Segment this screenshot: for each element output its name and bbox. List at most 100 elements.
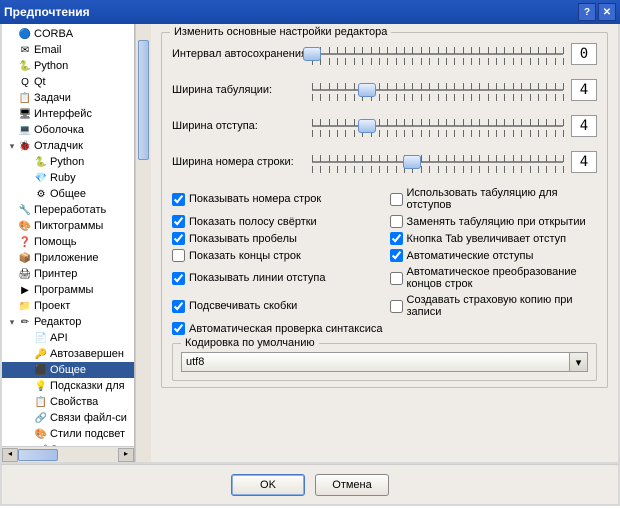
checkbox-item[interactable]: Показывать пробелы — [172, 232, 380, 245]
tree-item[interactable]: 💡Подсказки для — [2, 378, 134, 394]
tree-icon: 🎨 — [18, 219, 32, 233]
slider-handle[interactable] — [358, 83, 376, 97]
checkbox[interactable] — [172, 300, 185, 313]
tree-item[interactable]: ⚙Общее — [2, 186, 134, 202]
tree-item[interactable]: 📋Свойства — [2, 394, 134, 410]
checkbox-item[interactable]: Заменять табуляцию при открытии — [390, 215, 598, 228]
tree-item[interactable]: ▾✏Редактор — [2, 314, 134, 330]
tree-item[interactable]: 🐍Python — [2, 154, 134, 170]
tree-item[interactable]: 💎Ruby — [2, 170, 134, 186]
tree-item[interactable]: 🔑Автозавершен — [2, 346, 134, 362]
slider-handle[interactable] — [303, 47, 321, 61]
tree-item[interactable]: 🔗Связи файл-си — [2, 410, 134, 426]
ok-button[interactable]: OK — [231, 474, 305, 496]
tree-label: Проект — [34, 300, 70, 312]
tree-item[interactable]: 📄API — [2, 330, 134, 346]
checkbox-item[interactable]: Автоматические отступы — [390, 249, 598, 262]
tree-item[interactable]: 🔵CORBA — [2, 26, 134, 42]
checkbox[interactable] — [390, 193, 403, 206]
tree-item[interactable]: ❓Помощь — [2, 234, 134, 250]
slider-label: Ширина табуляции: — [172, 84, 312, 96]
scroll-left-icon[interactable]: ◂ — [2, 448, 18, 462]
scroll-right-icon[interactable]: ▸ — [118, 448, 134, 462]
checkbox-item[interactable]: Создавать страховую копию при записи — [390, 294, 598, 318]
slider[interactable] — [312, 80, 563, 100]
checkbox-item[interactable]: Показывать линии отступа — [172, 266, 380, 290]
tree-icon: 📁 — [18, 299, 32, 313]
h-scrollbar[interactable]: ◂ ▸ — [2, 446, 134, 462]
chevron-down-icon: ▾ — [569, 353, 587, 371]
tree-item[interactable]: 🐍Python — [2, 58, 134, 74]
tree-label: API — [50, 332, 68, 344]
checkbox[interactable] — [172, 193, 185, 206]
slider[interactable] — [312, 152, 563, 172]
checkbox[interactable] — [172, 249, 185, 262]
cancel-button[interactable]: Отмена — [315, 474, 389, 496]
tree-icon: ✏ — [18, 315, 32, 329]
slider[interactable] — [312, 44, 563, 64]
v-scrollbar[interactable] — [135, 24, 151, 462]
tree-item[interactable]: 🖨Принтер — [2, 266, 134, 282]
tree-item[interactable]: 📦Приложение — [2, 250, 134, 266]
tree-label: Задачи — [34, 92, 71, 104]
tree-label: Python — [50, 156, 84, 168]
slider-handle[interactable] — [358, 119, 376, 133]
tree-item[interactable]: ✉Email — [2, 42, 134, 58]
tree-item[interactable]: 🎨Стили подсвет — [2, 426, 134, 442]
h-scroll-thumb[interactable] — [18, 449, 58, 461]
checkbox[interactable] — [390, 249, 403, 262]
tree-item[interactable]: ▾🐞Отладчик — [2, 138, 134, 154]
checkbox-item[interactable]: Показать концы строк — [172, 249, 380, 262]
checkbox[interactable] — [390, 272, 403, 285]
v-scroll-thumb[interactable] — [138, 40, 149, 160]
tree-label: Интерфейс — [34, 108, 92, 120]
checkbox[interactable] — [172, 322, 185, 335]
tree-item[interactable]: ▶Программы — [2, 282, 134, 298]
tree-item[interactable]: 📋Задачи — [2, 90, 134, 106]
slider-label: Ширина номера строки: — [172, 156, 312, 168]
tree-item[interactable]: ⬛Общее — [2, 362, 134, 378]
tree-item[interactable]: 🖥Интерфейс — [2, 106, 134, 122]
tree-icon: 📄 — [34, 331, 48, 345]
help-button[interactable]: ? — [578, 3, 596, 21]
checkbox-item[interactable]: Подсвечивать скобки — [172, 294, 380, 318]
checkbox-item[interactable]: Кнопка Tab увеличивает отступ — [390, 232, 598, 245]
checkbox-item[interactable]: Показывать номера строк — [172, 187, 380, 211]
footer: OK Отмена — [0, 464, 620, 506]
slider-handle[interactable] — [403, 155, 421, 169]
group-title: Изменить основные настройки редактора — [170, 26, 391, 38]
tree-item[interactable]: 🎨Пиктограммы — [2, 218, 134, 234]
encoding-combo[interactable]: utf8 ▾ — [181, 352, 588, 372]
checkbox[interactable] — [172, 272, 185, 285]
tree-item[interactable]: 📁Проект — [2, 298, 134, 314]
tree[interactable]: 🔵CORBA✉Email🐍PythonQQt📋Задачи🖥Интерфейс💻… — [2, 24, 134, 446]
tree-label: Python — [34, 60, 68, 72]
slider-value: 4 — [571, 151, 597, 173]
main-area: 🔵CORBA✉Email🐍PythonQQt📋Задачи🖥Интерфейс💻… — [0, 24, 620, 464]
expander-icon: ▾ — [6, 317, 18, 328]
checkbox[interactable] — [390, 215, 403, 228]
checkbox-item[interactable]: Автоматическое преобразование концов стр… — [390, 266, 598, 290]
close-button[interactable]: ✕ — [598, 3, 616, 21]
tree-item[interactable]: QQt — [2, 74, 134, 90]
checkbox-label: Автоматическое преобразование концов стр… — [407, 266, 598, 290]
tree-icon: 📋 — [34, 395, 48, 409]
tree-label: Qt — [34, 76, 46, 88]
checkbox-label: Показать концы строк — [189, 250, 301, 262]
tree-item[interactable]: 💻Оболочка — [2, 122, 134, 138]
checkbox[interactable] — [172, 215, 185, 228]
checkbox[interactable] — [390, 300, 403, 313]
checkbox-item[interactable]: Автоматическая проверка синтаксиса — [172, 322, 597, 335]
checkbox[interactable] — [390, 232, 403, 245]
slider[interactable] — [312, 116, 563, 136]
tree-icon: 📦 — [18, 251, 32, 265]
slider-value: 0 — [571, 43, 597, 65]
checkbox-label: Показывать линии отступа — [189, 272, 325, 284]
checkbox[interactable] — [172, 232, 185, 245]
checkbox-label: Кнопка Tab увеличивает отступ — [407, 233, 567, 245]
tree-label: CORBA — [34, 28, 73, 40]
checkbox-item[interactable]: Показать полосу свёртки — [172, 215, 380, 228]
checkbox-item[interactable]: Использовать табуляцию для отступов — [390, 187, 598, 211]
tree-label: Стили подсвет — [50, 428, 125, 440]
tree-item[interactable]: 🔧Переработать — [2, 202, 134, 218]
